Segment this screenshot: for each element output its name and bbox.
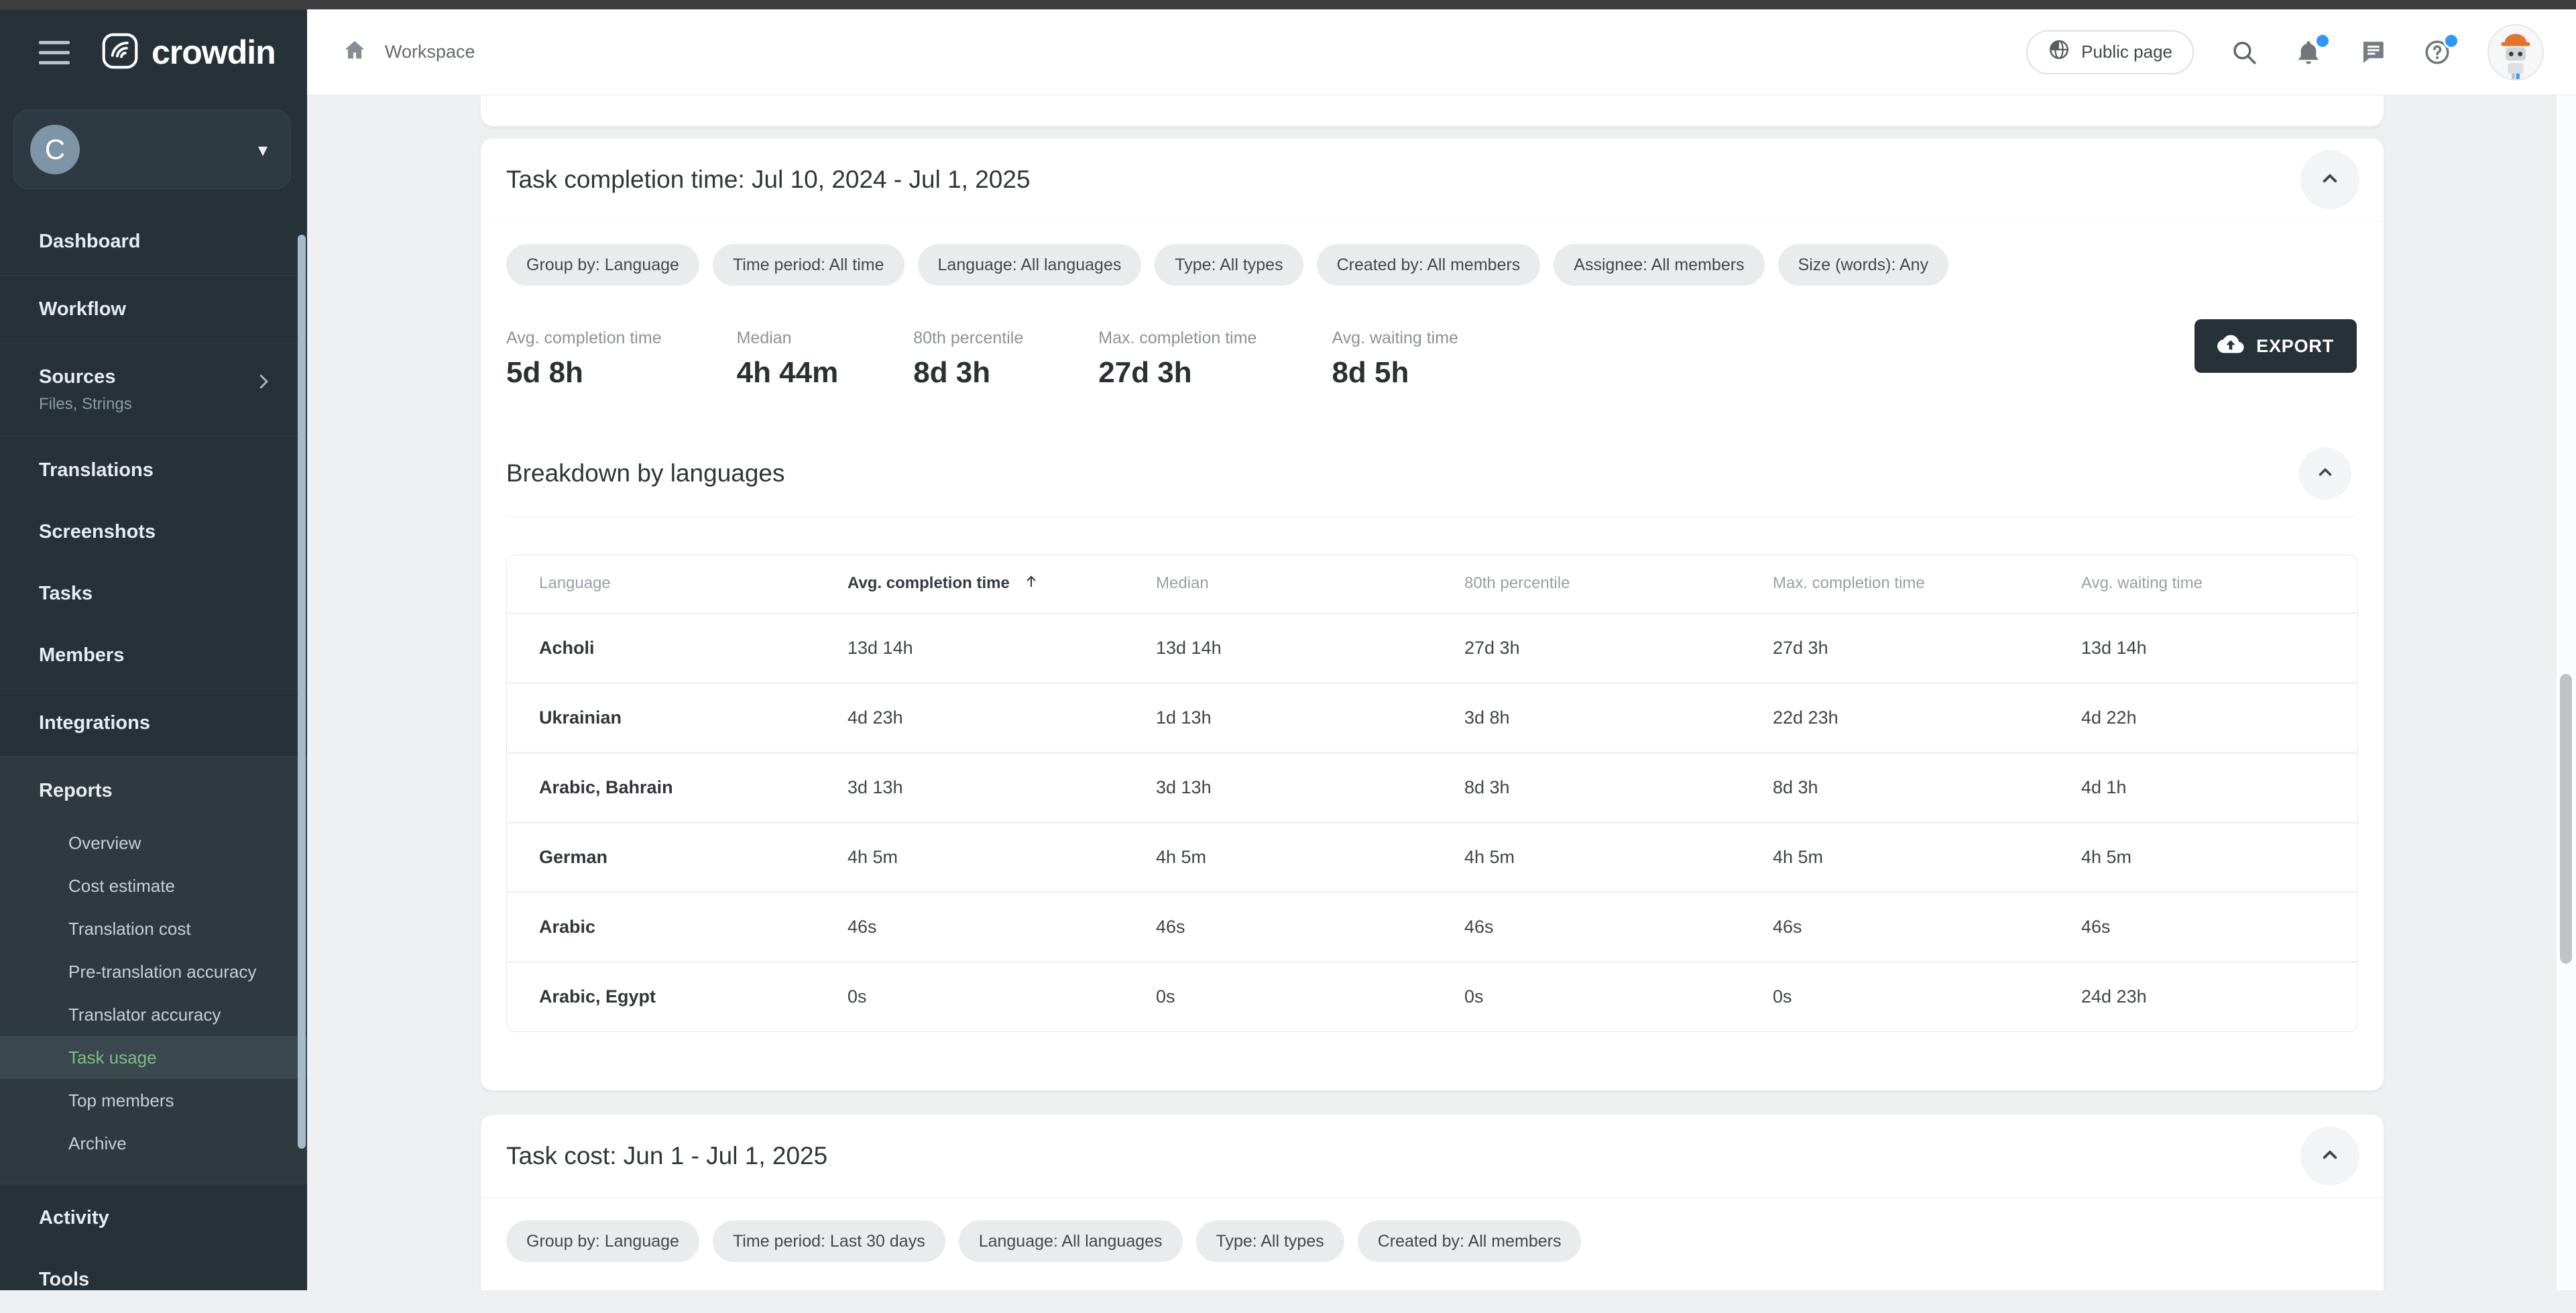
search-icon[interactable] bbox=[2230, 38, 2258, 66]
sidebar-nav: Dashboard Workflow Sources Files, String… bbox=[0, 208, 307, 1313]
filter-type[interactable]: Type: All types bbox=[1155, 244, 1303, 286]
column-max-completion-time[interactable]: Max. completion time bbox=[1741, 555, 2049, 613]
sidebar-item-reports[interactable]: Reports bbox=[0, 760, 307, 821]
stat-max-completion-time: Max. completion time 27d 3h bbox=[1098, 329, 1256, 390]
sidebar-item-tasks[interactable]: Tasks bbox=[0, 563, 307, 624]
filter-time-period[interactable]: Time period: Last 30 days bbox=[713, 1220, 945, 1262]
sidebar-item-workflow[interactable]: Workflow bbox=[0, 278, 307, 340]
sidebar-item-reports-pre-translation-accuracy[interactable]: Pre-translation accuracy bbox=[0, 950, 307, 993]
crowdin-logo[interactable]: crowdin bbox=[99, 30, 276, 75]
table-row: Acholi 13d 14h 13d 14h 27d 3h 27d 3h 13d… bbox=[507, 613, 2357, 683]
notifications-bell-icon[interactable] bbox=[2294, 38, 2323, 66]
hamburger-menu-icon[interactable] bbox=[39, 41, 70, 64]
sort-ascending-icon bbox=[1022, 572, 1041, 595]
collapse-breakdown-button[interactable] bbox=[2299, 447, 2351, 500]
breadcrumb[interactable]: Workspace bbox=[342, 38, 475, 66]
collapse-task-cost-button[interactable] bbox=[2300, 1127, 2359, 1186]
sidebar-scrollbar[interactable] bbox=[298, 235, 306, 1149]
sidebar-item-tools[interactable]: Tools bbox=[0, 1249, 307, 1310]
column-80th-percentile[interactable]: 80th percentile bbox=[1432, 555, 1741, 613]
window-scrollbar-thumb[interactable] bbox=[2560, 674, 2572, 964]
sidebar-item-reports-archive[interactable]: Archive bbox=[0, 1122, 307, 1165]
filter-time-period[interactable]: Time period: All time bbox=[713, 244, 904, 286]
crowdin-logo-text: crowdin bbox=[152, 33, 276, 72]
chevron-right-icon bbox=[253, 372, 274, 397]
messages-icon[interactable] bbox=[2359, 38, 2387, 66]
breadcrumb-workspace[interactable]: Workspace bbox=[385, 42, 475, 62]
sidebar-item-integrations[interactable]: Integrations bbox=[0, 692, 307, 754]
column-avg-completion-time-sorted[interactable]: Avg. completion time bbox=[815, 555, 1124, 613]
home-icon[interactable] bbox=[342, 38, 367, 66]
table-row: Arabic, Bahrain 3d 13h 3d 13h 8d 3h 8d 3… bbox=[507, 752, 2357, 822]
help-dot bbox=[2443, 33, 2459, 49]
sidebar-item-activity[interactable]: Activity bbox=[0, 1187, 307, 1249]
globe-icon bbox=[2048, 38, 2070, 66]
public-page-button[interactable]: Public page bbox=[2026, 30, 2194, 74]
sources-subtitle: Files, Strings bbox=[39, 395, 132, 414]
filter-group-by[interactable]: Group by: Language bbox=[506, 244, 699, 286]
sidebar-item-reports-task-usage[interactable]: Task usage bbox=[0, 1036, 307, 1079]
sidebar-item-dashboard[interactable]: Dashboard bbox=[0, 211, 307, 272]
breakdown-title: Breakdown by languages bbox=[506, 459, 785, 488]
sidebar-item-translations[interactable]: Translations bbox=[0, 439, 307, 501]
sidebar-item-screenshots[interactable]: Screenshots bbox=[0, 501, 307, 563]
collapse-task-completion-button[interactable] bbox=[2300, 150, 2359, 209]
filter-language[interactable]: Language: All languages bbox=[959, 1220, 1183, 1262]
sidebar-item-reports-overview[interactable]: Overview bbox=[0, 821, 307, 864]
sidebar-item-reports-cost-estimate[interactable]: Cost estimate bbox=[0, 864, 307, 907]
help-icon[interactable] bbox=[2423, 38, 2451, 66]
sidebar: crowdin C ▾ Dashboard Workflow Sources F… bbox=[0, 9, 307, 1290]
chevron-up-icon bbox=[2317, 165, 2343, 194]
sidebar-item-sources[interactable]: Sources Files, Strings bbox=[0, 346, 307, 433]
column-median[interactable]: Median bbox=[1124, 555, 1432, 613]
user-avatar[interactable] bbox=[2487, 24, 2544, 80]
completion-stats: Avg. completion time 5d 8h Median 4h 44m… bbox=[481, 286, 2384, 390]
stat-avg-completion-time: Avg. completion time 5d 8h bbox=[506, 329, 662, 390]
cloud-upload-icon bbox=[2217, 331, 2244, 362]
app-header: Workspace Public page bbox=[307, 9, 2576, 95]
window-top-strip bbox=[0, 0, 2576, 9]
stat-median: Median 4h 44m bbox=[737, 329, 839, 390]
main-content: Task completion time: Jul 10, 2024 - Jul… bbox=[307, 95, 2576, 1290]
table-header-row: Language Avg. completion time Median 80t… bbox=[507, 555, 2357, 613]
table-row: Arabic 46s 46s 46s 46s 46s bbox=[507, 892, 2357, 962]
filter-type[interactable]: Type: All types bbox=[1196, 1220, 1344, 1262]
filter-assignee[interactable]: Assignee: All members bbox=[1554, 244, 1764, 286]
filter-language[interactable]: Language: All languages bbox=[918, 244, 1142, 286]
crowdin-logo-icon bbox=[99, 30, 141, 75]
previous-card-edge bbox=[481, 95, 2384, 126]
export-button[interactable]: EXPORT bbox=[2194, 319, 2357, 373]
languages-table: Language Avg. completion time Median 80t… bbox=[506, 555, 2358, 1032]
window-scrollbar-track[interactable] bbox=[2556, 95, 2576, 1290]
task-cost-title: Task cost: Jun 1 - Jul 1, 2025 bbox=[506, 1142, 827, 1170]
sidebar-item-reports-translation-cost[interactable]: Translation cost bbox=[0, 907, 307, 950]
chevron-up-icon bbox=[2317, 1141, 2343, 1170]
breakdown-section: Breakdown by languages Language Avg. com… bbox=[506, 430, 2358, 1032]
table-row: German 4h 5m 4h 5m 4h 5m 4h 5m 4h 5m bbox=[507, 822, 2357, 892]
organization-avatar: C bbox=[30, 125, 80, 174]
filter-size-words[interactable]: Size (words): Any bbox=[1778, 244, 1949, 286]
caret-down-icon: ▾ bbox=[258, 139, 268, 161]
sidebar-item-members[interactable]: Members bbox=[0, 624, 307, 686]
column-language[interactable]: Language bbox=[507, 555, 815, 613]
task-cost-card: Task cost: Jun 1 - Jul 1, 2025 Group by:… bbox=[481, 1115, 2384, 1290]
filter-group-by[interactable]: Group by: Language bbox=[506, 1220, 699, 1262]
table-row: Ukrainian 4d 23h 1d 13h 3d 8h 22d 23h 4d… bbox=[507, 683, 2357, 752]
chevron-up-icon bbox=[2313, 460, 2337, 486]
task-completion-title: Task completion time: Jul 10, 2024 - Jul… bbox=[506, 166, 1031, 194]
notification-dot bbox=[2315, 33, 2331, 49]
filter-created-by[interactable]: Created by: All members bbox=[1317, 244, 1541, 286]
table-row: Arabic, Egypt 0s 0s 0s 0s 24d 23h bbox=[507, 962, 2357, 1031]
filter-created-by[interactable]: Created by: All members bbox=[1358, 1220, 1582, 1262]
column-avg-waiting-time[interactable]: Avg. waiting time bbox=[2049, 555, 2357, 613]
organization-switcher[interactable]: C ▾ bbox=[13, 110, 291, 189]
task-completion-card: Task completion time: Jul 10, 2024 - Jul… bbox=[481, 138, 2384, 1090]
sidebar-item-reports-translator-accuracy[interactable]: Translator accuracy bbox=[0, 993, 307, 1036]
sidebar-item-reports-top-members[interactable]: Top members bbox=[0, 1079, 307, 1122]
stat-avg-waiting-time: Avg. waiting time 8d 5h bbox=[1332, 329, 1458, 390]
stat-80th-percentile: 80th percentile 8d 3h bbox=[913, 329, 1023, 390]
